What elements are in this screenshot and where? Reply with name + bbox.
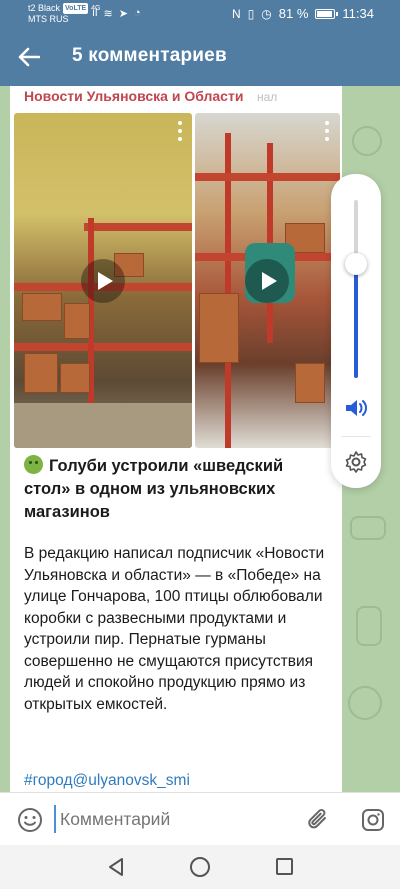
divider xyxy=(341,436,371,437)
system-status: N ▯ ◷ 81 % 11:34 xyxy=(232,6,374,21)
wallpaper-doodle xyxy=(350,516,386,540)
play-icon[interactable] xyxy=(81,259,125,303)
box-decor xyxy=(199,293,239,363)
triangle-back-icon[interactable] xyxy=(106,857,126,877)
volume-fill xyxy=(354,264,358,378)
app-bar: 5 комментариев xyxy=(0,28,400,86)
volume-panel xyxy=(331,174,381,488)
system-nav-bar xyxy=(0,845,400,889)
channel-post: Новости Ульяновска и Области нал Голуби … xyxy=(10,86,342,792)
headline-text: Голуби устроили «шведский стол» в одном … xyxy=(24,457,284,521)
box-decor xyxy=(64,303,90,339)
box-decor xyxy=(24,353,58,393)
hashtag-link[interactable]: #город@ulyanovsk_smi xyxy=(24,772,190,790)
gear-icon[interactable] xyxy=(344,450,368,474)
box-decor xyxy=(295,363,325,403)
play-icon[interactable] xyxy=(245,259,289,303)
status-bar: t2 Black VoLTE 4G MTS RUS ıl ≋ ➤ ◔ N ▯ ◷… xyxy=(0,0,400,28)
alarm-icon: ◷ xyxy=(261,6,272,21)
clock: 11:34 xyxy=(342,6,374,21)
page-title: 5 комментариев xyxy=(72,45,227,66)
shelf-decor xyxy=(84,223,192,231)
vibrate-icon: ▯ xyxy=(247,6,255,21)
wifi-icon: ≋ xyxy=(103,8,113,20)
battery-icon xyxy=(315,8,339,19)
telegram-icon: ➤ xyxy=(118,8,128,20)
notification-icons: ıl ≋ ➤ ◔ xyxy=(92,7,141,20)
smile-icon[interactable] xyxy=(17,807,43,833)
video-1-menu[interactable] xyxy=(172,121,188,141)
wallpaper-doodle xyxy=(356,606,382,646)
paperclip-icon[interactable] xyxy=(306,807,332,833)
shelf-decor xyxy=(195,173,340,181)
whatsapp-icon: ◔ xyxy=(133,7,141,19)
video-2-menu[interactable] xyxy=(319,121,335,141)
square-recents-icon[interactable] xyxy=(276,858,293,875)
box-decor xyxy=(60,363,90,393)
nauseated-face-icon xyxy=(24,455,43,474)
channel-name[interactable]: Новости Ульяновска и Области xyxy=(24,88,243,104)
back-button[interactable] xyxy=(12,41,46,73)
nfc-icon: N xyxy=(232,6,241,21)
comment-input-bar xyxy=(0,792,400,845)
channel-name-overflow: нал xyxy=(257,90,278,104)
carrier-secondary: MTS RUS xyxy=(28,14,69,24)
signal-icon: ıl xyxy=(92,7,98,19)
carrier-info: t2 Black VoLTE 4G MTS RUS xyxy=(28,3,101,25)
video-thumbnail-1[interactable] xyxy=(14,113,192,448)
shelf-decor xyxy=(14,343,192,351)
box-decor xyxy=(22,293,62,321)
video-thumbnail-2[interactable] xyxy=(195,113,340,448)
instagram-camera-icon[interactable] xyxy=(360,807,386,833)
floor-decor xyxy=(14,403,192,448)
post-headline: Голуби устроили «шведский стол» в одном … xyxy=(24,455,334,524)
volte-badge: VoLTE xyxy=(63,3,89,14)
carrier-primary: t2 Black xyxy=(28,3,61,13)
volume-slider-thumb[interactable] xyxy=(345,253,367,275)
wallpaper-doodle xyxy=(348,686,382,720)
volume-icon[interactable] xyxy=(344,398,368,418)
battery-percent: 81 % xyxy=(278,6,309,21)
comment-input[interactable] xyxy=(54,805,294,833)
circle-home-icon[interactable] xyxy=(190,857,210,877)
post-body: В редакцию написал подписчик «Новости Ул… xyxy=(24,545,325,713)
arrow-left-icon xyxy=(18,47,40,67)
battery-fill xyxy=(317,10,332,17)
wallpaper-doodle xyxy=(352,126,382,156)
